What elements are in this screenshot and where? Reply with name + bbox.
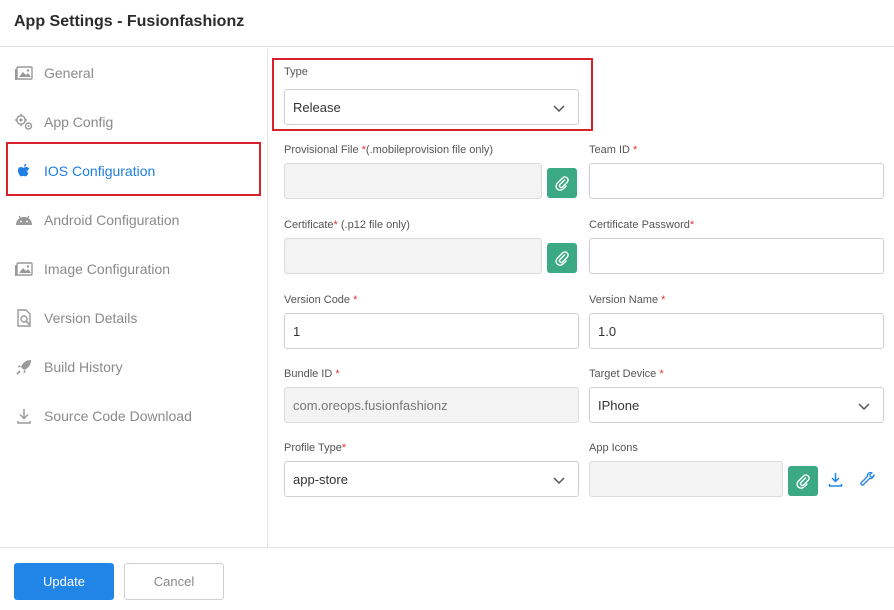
sidebar-item-label: General — [44, 64, 94, 81]
sidebar-item-source-code-download[interactable]: Source Code Download — [0, 391, 268, 440]
image-icon — [13, 62, 35, 84]
cancel-button[interactable]: Cancel — [124, 563, 224, 600]
type-highlight-box — [272, 58, 593, 131]
app-icons-settings-button[interactable] — [857, 469, 877, 489]
paperclip-icon — [796, 474, 810, 489]
sidebar-item-label: Android Configuration — [44, 211, 180, 228]
download-icon — [13, 405, 35, 427]
sidebar-item-label: Source Code Download — [44, 407, 192, 424]
version-code-value: 1 — [293, 323, 301, 339]
paperclip-icon — [555, 251, 569, 266]
sidebar-item-label: Version Details — [44, 309, 138, 326]
target-device-value: IPhone — [598, 397, 640, 413]
version-name-input[interactable]: 1.0 — [589, 313, 884, 349]
app-icons-download-button[interactable] — [825, 469, 845, 489]
provisional-file-field — [284, 163, 542, 199]
certificate-attach-button[interactable] — [547, 243, 577, 273]
image-icon — [13, 258, 35, 280]
page-title: App Settings - Fusionfashionz — [14, 13, 245, 30]
version-code-label: Version Code * — [284, 294, 358, 306]
profile-type-label: Profile Type* — [284, 442, 347, 454]
sidebar: General App Config IOS Configuration And… — [0, 48, 268, 547]
paperclip-icon — [555, 176, 569, 191]
sidebar-item-label: Image Configuration — [44, 260, 171, 277]
android-icon — [13, 209, 35, 231]
provisional-file-attach-button[interactable] — [547, 168, 577, 198]
provisional-file-label: Provisional File *(.mobileprovision file… — [284, 144, 494, 156]
target-device-select[interactable]: IPhone — [589, 387, 884, 423]
download-icon — [828, 472, 842, 487]
sidebar-item-app-config[interactable]: App Config — [0, 97, 268, 146]
team-id-label: Team ID * — [589, 144, 638, 156]
update-button[interactable]: Update — [14, 563, 114, 600]
app-icons-field — [589, 461, 783, 497]
footer: Update Cancel — [0, 547, 894, 610]
wrench-icon — [859, 471, 875, 486]
sidebar-item-version-details[interactable]: Version Details — [0, 293, 268, 342]
app-icons-label: App Icons — [589, 442, 638, 454]
sidebar-item-build-history[interactable]: Build History — [0, 342, 268, 391]
gears-icon — [13, 111, 35, 133]
profile-type-value: app-store — [293, 471, 348, 487]
version-name-value: 1.0 — [598, 323, 617, 339]
version-name-label: Version Name * — [589, 294, 666, 306]
certificate-field — [284, 238, 542, 274]
sidebar-item-general[interactable]: General — [0, 48, 268, 97]
chevron-down-icon — [858, 403, 870, 411]
bundle-id-value: com.oreops.fusionfashionz — [293, 397, 448, 413]
sidebar-item-label: Build History — [44, 358, 123, 375]
bundle-id-input: com.oreops.fusionfashionz — [284, 387, 579, 423]
sidebar-item-image-configuration[interactable]: Image Configuration — [0, 244, 268, 293]
certificate-password-input[interactable] — [589, 238, 884, 274]
sidebar-item-android-configuration[interactable]: Android Configuration — [0, 195, 268, 244]
target-device-label: Target Device * — [589, 368, 664, 380]
chevron-down-icon — [553, 477, 565, 485]
bundle-id-label: Bundle ID * — [284, 368, 340, 380]
profile-type-select[interactable]: app-store — [284, 461, 579, 497]
certificate-label: Certificate* (.p12 file only) — [284, 219, 410, 231]
rocket-icon — [13, 356, 35, 378]
version-code-input[interactable]: 1 — [284, 313, 579, 349]
certificate-password-label: Certificate Password* — [589, 219, 695, 231]
page-header: App Settings - Fusionfashionz — [0, 0, 894, 47]
ios-configuration-highlight-box — [6, 142, 261, 196]
team-id-input[interactable] — [589, 163, 884, 199]
app-icons-attach-button[interactable] — [788, 466, 818, 496]
sidebar-item-label: App Config — [44, 113, 114, 130]
document-search-icon — [13, 307, 35, 329]
